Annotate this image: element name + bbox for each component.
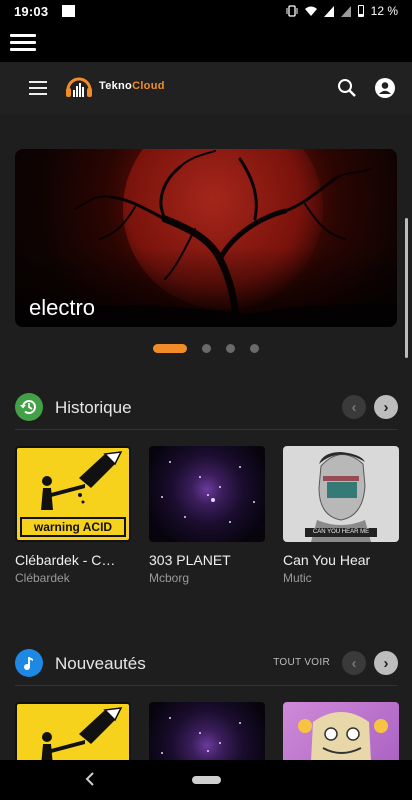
app-brand: TeknoCloud: [99, 80, 165, 92]
signal-icon: [323, 5, 334, 17]
app-bar: TeknoCloud: [0, 62, 412, 114]
drawer-menu-icon[interactable]: [10, 34, 36, 52]
brand-part1: Tekno: [99, 80, 133, 92]
carousel-dot[interactable]: [226, 344, 235, 353]
back-icon[interactable]: [84, 771, 96, 787]
banner-title: electro: [29, 295, 96, 320]
brand-part2: Cloud: [132, 80, 165, 92]
cover-label: warning ACID: [20, 517, 126, 537]
track-cover: [149, 702, 265, 760]
divider: [15, 685, 397, 686]
track-card[interactable]: warning ACID Clébardek - C… Clébardek: [15, 446, 131, 585]
track-card[interactable]: [283, 702, 399, 760]
carousel-indicator: [0, 342, 412, 353]
track-artist: Clébardek: [15, 571, 70, 585]
status-icons: 12 %: [286, 4, 398, 18]
wifi-icon: [304, 6, 317, 16]
vibrate-icon: [286, 5, 298, 17]
cover-label: CAN YOU HEAR ME: [312, 529, 370, 535]
track-cover: [283, 702, 399, 760]
section-header-historique: Historique ‹ ›: [0, 392, 412, 422]
track-card[interactable]: 303 PLANET Mcborg: [149, 446, 265, 585]
status-time: 19:03: [14, 4, 49, 19]
carousel-dot[interactable]: [202, 344, 211, 353]
system-nav-bar: [0, 760, 412, 800]
track-artist: Mcborg: [149, 571, 190, 585]
teknocloud-logo: [66, 77, 92, 97]
history-icon: [15, 393, 43, 421]
account-icon[interactable]: [375, 78, 395, 98]
battery-icon: [357, 5, 364, 17]
track-card[interactable]: CAN YOU HEAR ME Can You Hear Mutic: [283, 446, 399, 585]
scroll-right-button[interactable]: ›: [374, 395, 398, 419]
track-title: 303 PLANET: [149, 552, 231, 568]
track-title: Can You Hear: [283, 552, 371, 568]
search-icon[interactable]: [337, 78, 357, 98]
status-bar: 19:03 12 %: [0, 0, 412, 24]
menu-icon[interactable]: [29, 81, 47, 95]
scrollbar[interactable]: [405, 218, 408, 358]
scroll-left-button[interactable]: ‹: [342, 395, 366, 419]
section-header-nouveautes: Nouveautés TOUT VOIR ‹ ›: [0, 648, 412, 678]
track-card[interactable]: [15, 702, 131, 760]
notification-icon: [62, 5, 75, 17]
divider: [15, 429, 397, 430]
track-title: Clébardek - C…: [15, 552, 116, 568]
home-pill[interactable]: [192, 776, 221, 784]
track-cover: [15, 702, 131, 760]
scroll-left-button[interactable]: ‹: [342, 651, 366, 675]
scroll-right-button[interactable]: ›: [374, 651, 398, 675]
featured-banner[interactable]: electro: [15, 149, 397, 327]
track-cover: CAN YOU HEAR ME: [283, 446, 399, 542]
section-title: Historique: [55, 398, 132, 417]
track-cover: warning ACID: [15, 446, 131, 542]
carousel-dot[interactable]: [250, 344, 259, 353]
music-note-icon: [15, 649, 43, 677]
see-all-button[interactable]: TOUT VOIR: [273, 657, 330, 668]
battery-text: 12 %: [370, 4, 398, 18]
track-cover: [149, 446, 265, 542]
main-content: electro Historique ‹ › warning ACID Cléb…: [0, 114, 412, 760]
carousel-dot-active[interactable]: [153, 344, 187, 353]
outer-toolbar: [0, 24, 412, 62]
track-artist: Mutic: [283, 571, 312, 585]
track-card[interactable]: [149, 702, 265, 760]
section-title: Nouveautés: [55, 654, 146, 673]
signal-icon-2: [340, 5, 351, 17]
